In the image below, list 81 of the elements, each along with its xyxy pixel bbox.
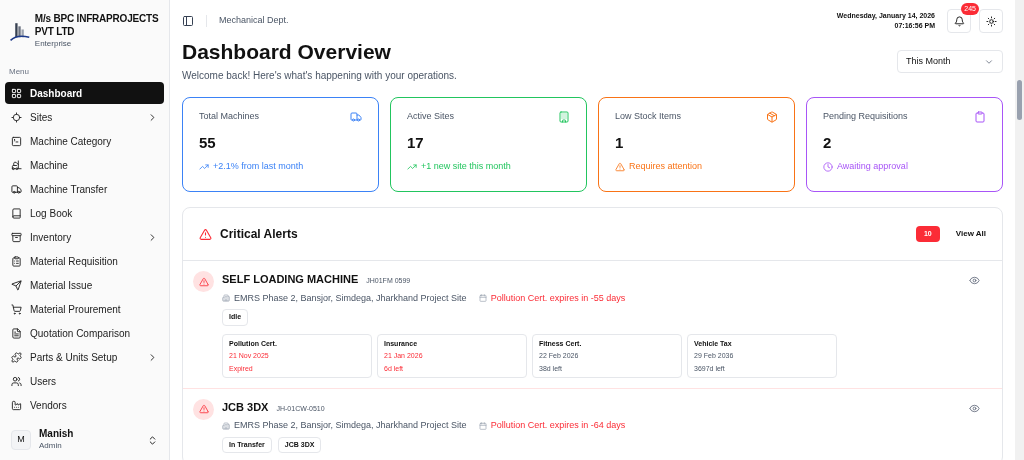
alert-icon bbox=[193, 398, 214, 420]
stat-note: +1 new site this month bbox=[421, 160, 511, 173]
expand-icon[interactable] bbox=[147, 434, 158, 446]
building-icon bbox=[222, 421, 230, 430]
panel-title: Critical Alerts bbox=[220, 226, 298, 243]
sidebar-item[interactable]: Machine Transfer bbox=[5, 178, 164, 200]
expiry-warning: Pollution Cert. expires in -64 days bbox=[490, 419, 626, 432]
stat-label: Pending Requisitions bbox=[823, 110, 908, 123]
stat-icon bbox=[558, 110, 570, 123]
sidebar-item[interactable]: Material Requisition bbox=[5, 250, 164, 272]
note-icon bbox=[407, 161, 417, 172]
sidebar-item[interactable]: Machine Category bbox=[5, 130, 164, 152]
note-icon bbox=[823, 161, 833, 172]
stat-label: Total Machines bbox=[199, 110, 260, 123]
period-dropdown[interactable]: This Month bbox=[897, 50, 1003, 73]
bell-icon bbox=[953, 15, 965, 27]
sidebar-item[interactable]: Material Prourement bbox=[5, 298, 164, 320]
stat-icon bbox=[350, 110, 362, 123]
sidebar-item[interactable]: Parts & Units Setup bbox=[5, 346, 164, 368]
menu-icon bbox=[11, 351, 22, 363]
menu-icon bbox=[11, 111, 22, 123]
alert-icon bbox=[199, 227, 212, 241]
menu-icon bbox=[11, 255, 22, 267]
machine-name: JCB 3DX bbox=[222, 399, 269, 415]
sidebar-item[interactable]: Sites bbox=[5, 106, 164, 128]
user-avatar: M bbox=[11, 430, 31, 450]
breadcrumb: Mechanical Dept. bbox=[219, 14, 289, 28]
menu-icon bbox=[11, 183, 22, 195]
menu-icon bbox=[11, 87, 22, 99]
menu-icon bbox=[11, 279, 22, 291]
stat-label: Active Sites bbox=[407, 110, 455, 123]
site-location: EMRS Phase 2, Bansjor, Simdega, Jharkhand Project Site bbox=[234, 291, 467, 305]
sidebar-item[interactable]: Quotation Comparison bbox=[5, 322, 164, 344]
menu-icon bbox=[11, 399, 22, 411]
page-title: Dashboard Overview bbox=[182, 39, 392, 65]
menu-heading: Menu bbox=[8, 66, 30, 78]
stat-note: Awaiting approval bbox=[837, 160, 908, 173]
stat-label: Low Stock Items bbox=[615, 110, 682, 123]
menu-icon bbox=[11, 207, 22, 219]
stat-icon bbox=[766, 110, 778, 123]
stat-value: 55 bbox=[199, 132, 217, 153]
machine-name: SELF LOADING MACHINE bbox=[222, 272, 359, 287]
stat-icon bbox=[974, 110, 986, 123]
sun-icon bbox=[985, 15, 997, 27]
sidebar-item[interactable]: Users bbox=[5, 370, 164, 392]
calendar-icon bbox=[478, 294, 487, 303]
user-role: Admin bbox=[39, 440, 63, 452]
sidebar-item[interactable]: Vendors bbox=[5, 394, 164, 416]
sidebar-item[interactable]: Material Issue bbox=[5, 274, 164, 296]
expiry-warning: Pollution Cert. expires in -55 days bbox=[490, 291, 626, 305]
stat-note: Requires attention bbox=[629, 160, 703, 173]
scrollbar[interactable] bbox=[1015, 0, 1024, 460]
user-name: Manish bbox=[39, 428, 75, 440]
plan-label: Enterprise bbox=[34, 38, 73, 50]
calendar-icon bbox=[478, 421, 487, 430]
note-icon bbox=[615, 161, 625, 172]
theme-button[interactable] bbox=[979, 9, 1003, 33]
menu-icon bbox=[11, 375, 22, 387]
sidebar-item[interactable]: Log Book bbox=[5, 202, 164, 224]
menu-icon bbox=[11, 159, 22, 171]
sidebar-item[interactable]: Dashboard bbox=[5, 82, 164, 104]
menu-icon bbox=[11, 231, 22, 243]
menu-icon bbox=[11, 135, 22, 147]
stat-value: 17 bbox=[407, 132, 425, 153]
view-icon[interactable] bbox=[969, 275, 980, 286]
stat-note: +2.1% from last month bbox=[213, 160, 304, 173]
sidebar-item[interactable]: Inventory bbox=[5, 226, 164, 248]
company-name: M/s BPC INFRAPROJECTS PVT LTD bbox=[34, 12, 160, 38]
view-all-link[interactable]: View All bbox=[955, 228, 986, 240]
alert-icon bbox=[193, 271, 214, 292]
page-subtitle: Welcome back! Here's what's happening with your operations. bbox=[182, 69, 457, 83]
stat-value: 1 bbox=[615, 132, 625, 153]
sidebar-item[interactable]: Machine bbox=[5, 154, 164, 176]
site-location: EMRS Phase 2, Bansjor, Simdega, Jharkhand Project Site bbox=[234, 419, 467, 432]
menu-icon bbox=[11, 327, 22, 339]
building-icon bbox=[222, 294, 230, 303]
sidebar-toggle-icon[interactable] bbox=[182, 15, 194, 27]
view-icon[interactable] bbox=[969, 402, 980, 414]
note-icon bbox=[199, 161, 209, 172]
menu-icon bbox=[11, 303, 22, 315]
stat-value: 2 bbox=[823, 132, 833, 153]
